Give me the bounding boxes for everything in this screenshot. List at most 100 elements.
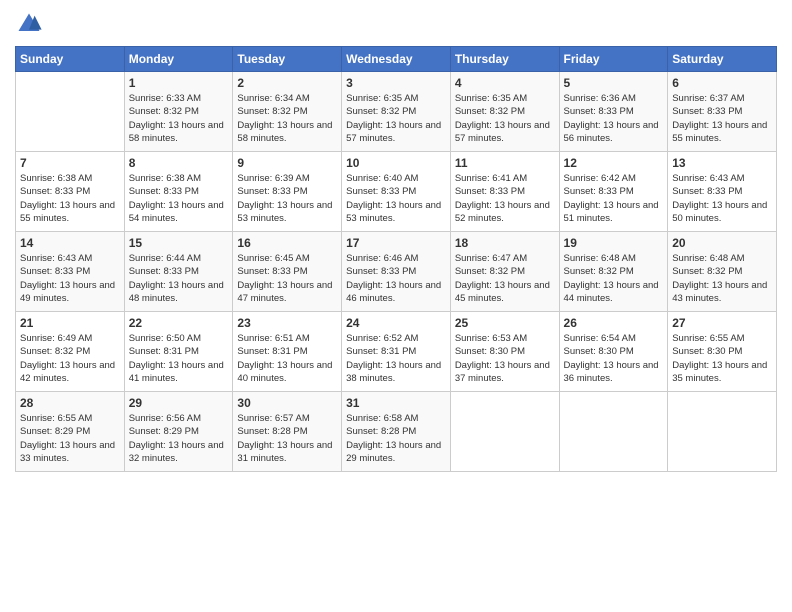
day-info: Sunrise: 6:50 AM Sunset: 8:31 PM Dayligh… <box>129 332 229 385</box>
logo <box>15 10 47 38</box>
day-number: 23 <box>237 316 337 330</box>
day-info: Sunrise: 6:33 AM Sunset: 8:32 PM Dayligh… <box>129 92 229 145</box>
day-info: Sunrise: 6:41 AM Sunset: 8:33 PM Dayligh… <box>455 172 555 225</box>
calendar-cell: 22 Sunrise: 6:50 AM Sunset: 8:31 PM Dayl… <box>124 312 233 392</box>
calendar-cell: 16 Sunrise: 6:45 AM Sunset: 8:33 PM Dayl… <box>233 232 342 312</box>
weekday-header: Saturday <box>668 47 777 72</box>
day-number: 22 <box>129 316 229 330</box>
sunrise-text: Sunrise: 6:58 AM <box>346 413 418 424</box>
day-number: 12 <box>564 156 664 170</box>
sunrise-text: Sunrise: 6:46 AM <box>346 253 418 264</box>
daylight-text: Daylight: 13 hours and 58 minutes. <box>129 120 224 144</box>
daylight-text: Daylight: 13 hours and 53 minutes. <box>346 200 441 224</box>
sunrise-text: Sunrise: 6:50 AM <box>129 333 201 344</box>
day-number: 11 <box>455 156 555 170</box>
calendar-cell: 7 Sunrise: 6:38 AM Sunset: 8:33 PM Dayli… <box>16 152 125 232</box>
sunset-text: Sunset: 8:31 PM <box>237 346 307 357</box>
daylight-text: Daylight: 13 hours and 29 minutes. <box>346 440 441 464</box>
day-number: 29 <box>129 396 229 410</box>
day-number: 25 <box>455 316 555 330</box>
day-number: 20 <box>672 236 772 250</box>
sunset-text: Sunset: 8:33 PM <box>237 186 307 197</box>
sunset-text: Sunset: 8:32 PM <box>20 346 90 357</box>
calendar-cell: 27 Sunrise: 6:55 AM Sunset: 8:30 PM Dayl… <box>668 312 777 392</box>
day-number: 21 <box>20 316 120 330</box>
daylight-text: Daylight: 13 hours and 33 minutes. <box>20 440 115 464</box>
day-info: Sunrise: 6:57 AM Sunset: 8:28 PM Dayligh… <box>237 412 337 465</box>
calendar-cell: 2 Sunrise: 6:34 AM Sunset: 8:32 PM Dayli… <box>233 72 342 152</box>
calendar-week-row: 21 Sunrise: 6:49 AM Sunset: 8:32 PM Dayl… <box>16 312 777 392</box>
day-number: 2 <box>237 76 337 90</box>
day-info: Sunrise: 6:34 AM Sunset: 8:32 PM Dayligh… <box>237 92 337 145</box>
day-info: Sunrise: 6:48 AM Sunset: 8:32 PM Dayligh… <box>564 252 664 305</box>
sunrise-text: Sunrise: 6:35 AM <box>346 93 418 104</box>
calendar-cell: 24 Sunrise: 6:52 AM Sunset: 8:31 PM Dayl… <box>342 312 451 392</box>
day-info: Sunrise: 6:55 AM Sunset: 8:30 PM Dayligh… <box>672 332 772 385</box>
day-number: 10 <box>346 156 446 170</box>
calendar-cell: 9 Sunrise: 6:39 AM Sunset: 8:33 PM Dayli… <box>233 152 342 232</box>
day-info: Sunrise: 6:46 AM Sunset: 8:33 PM Dayligh… <box>346 252 446 305</box>
sunset-text: Sunset: 8:33 PM <box>346 266 416 277</box>
sunrise-text: Sunrise: 6:43 AM <box>672 173 744 184</box>
day-info: Sunrise: 6:43 AM Sunset: 8:33 PM Dayligh… <box>672 172 772 225</box>
weekday-header: Wednesday <box>342 47 451 72</box>
daylight-text: Daylight: 13 hours and 48 minutes. <box>129 280 224 304</box>
calendar-cell <box>559 392 668 472</box>
day-info: Sunrise: 6:44 AM Sunset: 8:33 PM Dayligh… <box>129 252 229 305</box>
daylight-text: Daylight: 13 hours and 56 minutes. <box>564 120 659 144</box>
day-info: Sunrise: 6:58 AM Sunset: 8:28 PM Dayligh… <box>346 412 446 465</box>
day-info: Sunrise: 6:37 AM Sunset: 8:33 PM Dayligh… <box>672 92 772 145</box>
calendar-cell: 20 Sunrise: 6:48 AM Sunset: 8:32 PM Dayl… <box>668 232 777 312</box>
daylight-text: Daylight: 13 hours and 49 minutes. <box>20 280 115 304</box>
calendar-week-row: 7 Sunrise: 6:38 AM Sunset: 8:33 PM Dayli… <box>16 152 777 232</box>
header-row: SundayMondayTuesdayWednesdayThursdayFrid… <box>16 47 777 72</box>
weekday-header: Monday <box>124 47 233 72</box>
calendar-table: SundayMondayTuesdayWednesdayThursdayFrid… <box>15 46 777 472</box>
calendar-cell: 25 Sunrise: 6:53 AM Sunset: 8:30 PM Dayl… <box>450 312 559 392</box>
calendar-cell: 6 Sunrise: 6:37 AM Sunset: 8:33 PM Dayli… <box>668 72 777 152</box>
day-number: 27 <box>672 316 772 330</box>
sunrise-text: Sunrise: 6:34 AM <box>237 93 309 104</box>
calendar-cell: 8 Sunrise: 6:38 AM Sunset: 8:33 PM Dayli… <box>124 152 233 232</box>
sunset-text: Sunset: 8:33 PM <box>20 266 90 277</box>
calendar-cell: 21 Sunrise: 6:49 AM Sunset: 8:32 PM Dayl… <box>16 312 125 392</box>
day-number: 28 <box>20 396 120 410</box>
calendar-cell: 18 Sunrise: 6:47 AM Sunset: 8:32 PM Dayl… <box>450 232 559 312</box>
calendar-cell: 11 Sunrise: 6:41 AM Sunset: 8:33 PM Dayl… <box>450 152 559 232</box>
day-number: 31 <box>346 396 446 410</box>
weekday-header: Friday <box>559 47 668 72</box>
sunset-text: Sunset: 8:28 PM <box>346 426 416 437</box>
sunrise-text: Sunrise: 6:54 AM <box>564 333 636 344</box>
sunrise-text: Sunrise: 6:41 AM <box>455 173 527 184</box>
day-info: Sunrise: 6:56 AM Sunset: 8:29 PM Dayligh… <box>129 412 229 465</box>
sunset-text: Sunset: 8:28 PM <box>237 426 307 437</box>
daylight-text: Daylight: 13 hours and 47 minutes. <box>237 280 332 304</box>
day-number: 26 <box>564 316 664 330</box>
sunrise-text: Sunrise: 6:55 AM <box>20 413 92 424</box>
sunset-text: Sunset: 8:32 PM <box>129 106 199 117</box>
sunset-text: Sunset: 8:33 PM <box>237 266 307 277</box>
day-number: 5 <box>564 76 664 90</box>
sunset-text: Sunset: 8:29 PM <box>129 426 199 437</box>
day-number: 6 <box>672 76 772 90</box>
day-info: Sunrise: 6:39 AM Sunset: 8:33 PM Dayligh… <box>237 172 337 225</box>
daylight-text: Daylight: 13 hours and 50 minutes. <box>672 200 767 224</box>
sunrise-text: Sunrise: 6:48 AM <box>564 253 636 264</box>
daylight-text: Daylight: 13 hours and 46 minutes. <box>346 280 441 304</box>
sunset-text: Sunset: 8:30 PM <box>564 346 634 357</box>
calendar-cell <box>450 392 559 472</box>
calendar-cell: 1 Sunrise: 6:33 AM Sunset: 8:32 PM Dayli… <box>124 72 233 152</box>
sunset-text: Sunset: 8:33 PM <box>455 186 525 197</box>
daylight-text: Daylight: 13 hours and 41 minutes. <box>129 360 224 384</box>
sunset-text: Sunset: 8:32 PM <box>346 106 416 117</box>
sunrise-text: Sunrise: 6:48 AM <box>672 253 744 264</box>
calendar-cell: 5 Sunrise: 6:36 AM Sunset: 8:33 PM Dayli… <box>559 72 668 152</box>
daylight-text: Daylight: 13 hours and 53 minutes. <box>237 200 332 224</box>
calendar-week-row: 1 Sunrise: 6:33 AM Sunset: 8:32 PM Dayli… <box>16 72 777 152</box>
header <box>15 10 777 38</box>
daylight-text: Daylight: 13 hours and 35 minutes. <box>672 360 767 384</box>
sunrise-text: Sunrise: 6:55 AM <box>672 333 744 344</box>
daylight-text: Daylight: 13 hours and 37 minutes. <box>455 360 550 384</box>
day-info: Sunrise: 6:54 AM Sunset: 8:30 PM Dayligh… <box>564 332 664 385</box>
calendar-cell: 3 Sunrise: 6:35 AM Sunset: 8:32 PM Dayli… <box>342 72 451 152</box>
